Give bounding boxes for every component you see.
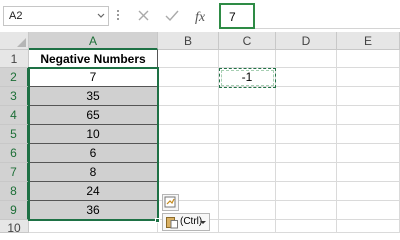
cell-c6[interactable]	[219, 144, 276, 163]
row-header-7[interactable]: 7	[0, 163, 29, 182]
svg-text:fx: fx	[195, 10, 206, 25]
quick-analysis-button[interactable]	[162, 194, 179, 211]
row-header-1[interactable]: 1	[0, 50, 29, 68]
cell-a6[interactable]: 6	[29, 144, 158, 163]
cell-a10[interactable]	[29, 220, 158, 233]
cell-d7[interactable]	[276, 163, 337, 182]
cell-b5[interactable]	[158, 125, 219, 144]
cell-a9[interactable]: 36	[29, 201, 158, 220]
cell-c1[interactable]	[219, 50, 276, 68]
cell-d10[interactable]	[276, 220, 337, 233]
paste-options-label: (Ctrl)	[180, 216, 203, 227]
check-icon[interactable]	[162, 6, 182, 26]
cell-a2[interactable]: 7	[29, 68, 158, 87]
cell-c5[interactable]	[219, 125, 276, 144]
column-header-c[interactable]: C	[219, 32, 276, 50]
cell-a8[interactable]: 24	[29, 182, 158, 201]
cell-b6[interactable]	[158, 144, 219, 163]
cell-c9[interactable]	[219, 201, 276, 220]
fill-handle[interactable]	[155, 218, 160, 223]
row-header-3[interactable]: 3	[0, 87, 29, 106]
cell-d9[interactable]	[276, 201, 337, 220]
copy-marquee	[219, 68, 276, 88]
cell-e3[interactable]	[337, 87, 400, 106]
cell-b4[interactable]	[158, 106, 219, 125]
cell-c8[interactable]	[219, 182, 276, 201]
cell-a1[interactable]: Negative Numbers	[29, 50, 158, 68]
worksheet-grid: A B C D E 1 2 3 4 5 6 7 8 9 10 Negative …	[0, 32, 400, 235]
cell-e9[interactable]	[337, 201, 400, 220]
cell-b2[interactable]	[158, 68, 219, 87]
column-header-a[interactable]: A	[29, 32, 158, 50]
formula-input-value: 7	[229, 10, 236, 24]
cell-c3[interactable]	[219, 87, 276, 106]
formula-input[interactable]: 7	[219, 3, 255, 29]
name-box[interactable]: A2	[3, 6, 109, 26]
cell-d8[interactable]	[276, 182, 337, 201]
cell-d4[interactable]	[276, 106, 337, 125]
cell-c4[interactable]	[219, 106, 276, 125]
cell-c7[interactable]	[219, 163, 276, 182]
cell-a7[interactable]: 8	[29, 163, 158, 182]
cell-d2[interactable]	[276, 68, 337, 87]
cell-b7[interactable]	[158, 163, 219, 182]
chevron-down-icon	[200, 221, 206, 224]
paste-options-button[interactable]: (Ctrl)	[162, 213, 210, 231]
cell-d6[interactable]	[276, 144, 337, 163]
cell-e5[interactable]	[337, 125, 400, 144]
clipboard-icon	[166, 217, 178, 229]
cell-d3[interactable]	[276, 87, 337, 106]
cell-c10[interactable]	[219, 220, 276, 233]
chevron-down-icon[interactable]	[97, 11, 105, 21]
formula-bar-grip[interactable]	[117, 10, 120, 22]
cell-e10[interactable]	[337, 220, 400, 233]
row-header-2[interactable]: 2	[0, 68, 29, 87]
quick-analysis-icon	[164, 196, 176, 208]
formula-bar-divider	[255, 28, 400, 29]
cell-e4[interactable]	[337, 106, 400, 125]
column-header-b[interactable]: B	[158, 32, 219, 50]
row-header-9[interactable]: 9	[0, 201, 29, 220]
cell-b3[interactable]	[158, 87, 219, 106]
cell-d5[interactable]	[276, 125, 337, 144]
formula-bar-area: A2 fx 7	[0, 0, 400, 32]
cell-e2[interactable]	[337, 68, 400, 87]
column-header-d[interactable]: D	[276, 32, 337, 50]
cell-a3[interactable]: 35	[29, 87, 158, 106]
fx-icon[interactable]: fx	[192, 6, 212, 26]
row-header-6[interactable]: 6	[0, 144, 29, 163]
cell-e7[interactable]	[337, 163, 400, 182]
cell-e6[interactable]	[337, 144, 400, 163]
cell-e1[interactable]	[337, 50, 400, 68]
row-header-8[interactable]: 8	[0, 182, 29, 201]
cell-a5[interactable]: 10	[29, 125, 158, 144]
row-header-10[interactable]: 10	[0, 220, 29, 235]
cell-b1[interactable]	[158, 50, 219, 68]
column-header-e[interactable]: E	[337, 32, 400, 50]
cell-a4[interactable]: 65	[29, 106, 158, 125]
cell-d1[interactable]	[276, 50, 337, 68]
select-all-button[interactable]	[0, 32, 29, 50]
x-icon[interactable]	[134, 6, 154, 26]
row-header-4[interactable]: 4	[0, 106, 29, 125]
cell-e8[interactable]	[337, 182, 400, 201]
row-header-5[interactable]: 5	[0, 125, 29, 144]
name-box-value: A2	[9, 10, 23, 22]
